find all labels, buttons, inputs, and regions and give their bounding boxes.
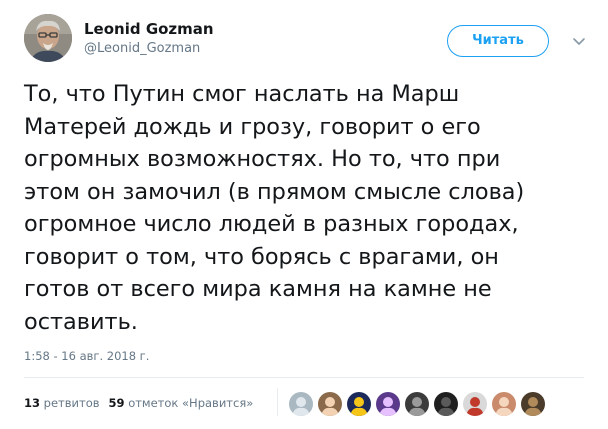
divider <box>24 377 584 378</box>
user-names: Leonid Gozman @Leonid_Gozman <box>84 19 214 58</box>
tweet-header: Leonid Gozman @Leonid_Gozman Читать <box>24 14 594 70</box>
tweet-text-line: этом он замочил (в прямом смысле слова) <box>24 178 525 205</box>
liker-avatar-icon <box>405 392 429 416</box>
tweet-text-line: Матерей дождь и грозу, говорит о его <box>24 113 481 140</box>
liker-avatar-8[interactable] <box>491 391 517 417</box>
liker-avatar-2[interactable] <box>317 391 343 417</box>
likes-label: отметок «Нравится» <box>128 396 254 410</box>
liker-avatar-icon <box>521 392 545 416</box>
chevron-down-icon[interactable] <box>571 33 587 49</box>
display-name[interactable]: Leonid Gozman <box>84 19 214 39</box>
liker-avatar-7[interactable] <box>462 391 488 417</box>
avatar-portrait-icon <box>24 14 72 62</box>
tweet-stats: 13 ретвитов 59 отметок «Нравится» <box>24 393 253 413</box>
tweet-text-line: огромное число людей в разных городах, <box>24 211 519 237</box>
username[interactable]: @Leonid_Gozman <box>84 40 214 58</box>
retweets-count: 13 <box>24 396 41 410</box>
liker-avatar-3[interactable] <box>346 391 372 417</box>
liker-avatar-icon <box>318 392 342 416</box>
liker-avatar-icon <box>376 392 400 416</box>
tweet-timestamp[interactable]: 1:58 - 16 авг. 2018 г. <box>24 348 149 364</box>
liker-avatar-1[interactable] <box>288 391 314 417</box>
liker-avatar-4[interactable] <box>375 391 401 417</box>
retweets-stat[interactable]: 13 ретвитов <box>24 396 100 410</box>
liker-avatar-9[interactable] <box>520 391 546 417</box>
likes-count: 59 <box>108 396 125 410</box>
liker-avatar-icon <box>492 392 516 416</box>
stats-divider <box>277 388 278 416</box>
tweet-text-line: То, что Путин смог наслать на Марш <box>24 81 460 107</box>
retweets-label: ретвитов <box>43 396 100 410</box>
user-avatar[interactable] <box>24 14 72 62</box>
liker-avatar-icon <box>434 392 458 416</box>
liker-avatar-5[interactable] <box>404 391 430 417</box>
tweet-text-line: говорит о том, что борясь с врагами, он <box>24 243 499 270</box>
tweet-text-line: огромных возможностях. Но то, что при <box>24 146 501 172</box>
tweet-card: Leonid Gozman @Leonid_Gozman Читать То, … <box>0 0 608 429</box>
tweet-text-line: оставить. <box>24 308 138 335</box>
liker-avatar-icon <box>463 392 487 416</box>
follow-button[interactable]: Читать <box>447 25 549 57</box>
tweet-text-line: готов от всего мира камня на камне не <box>24 276 492 302</box>
liker-avatar-icon <box>347 392 371 416</box>
likes-stat[interactable]: 59 отметок «Нравится» <box>109 396 254 410</box>
liker-avatar-icon <box>289 392 313 416</box>
liker-avatar-6[interactable] <box>433 391 459 417</box>
tweet-text: То, что Путин смог наслать на Марш Матер… <box>24 78 589 338</box>
